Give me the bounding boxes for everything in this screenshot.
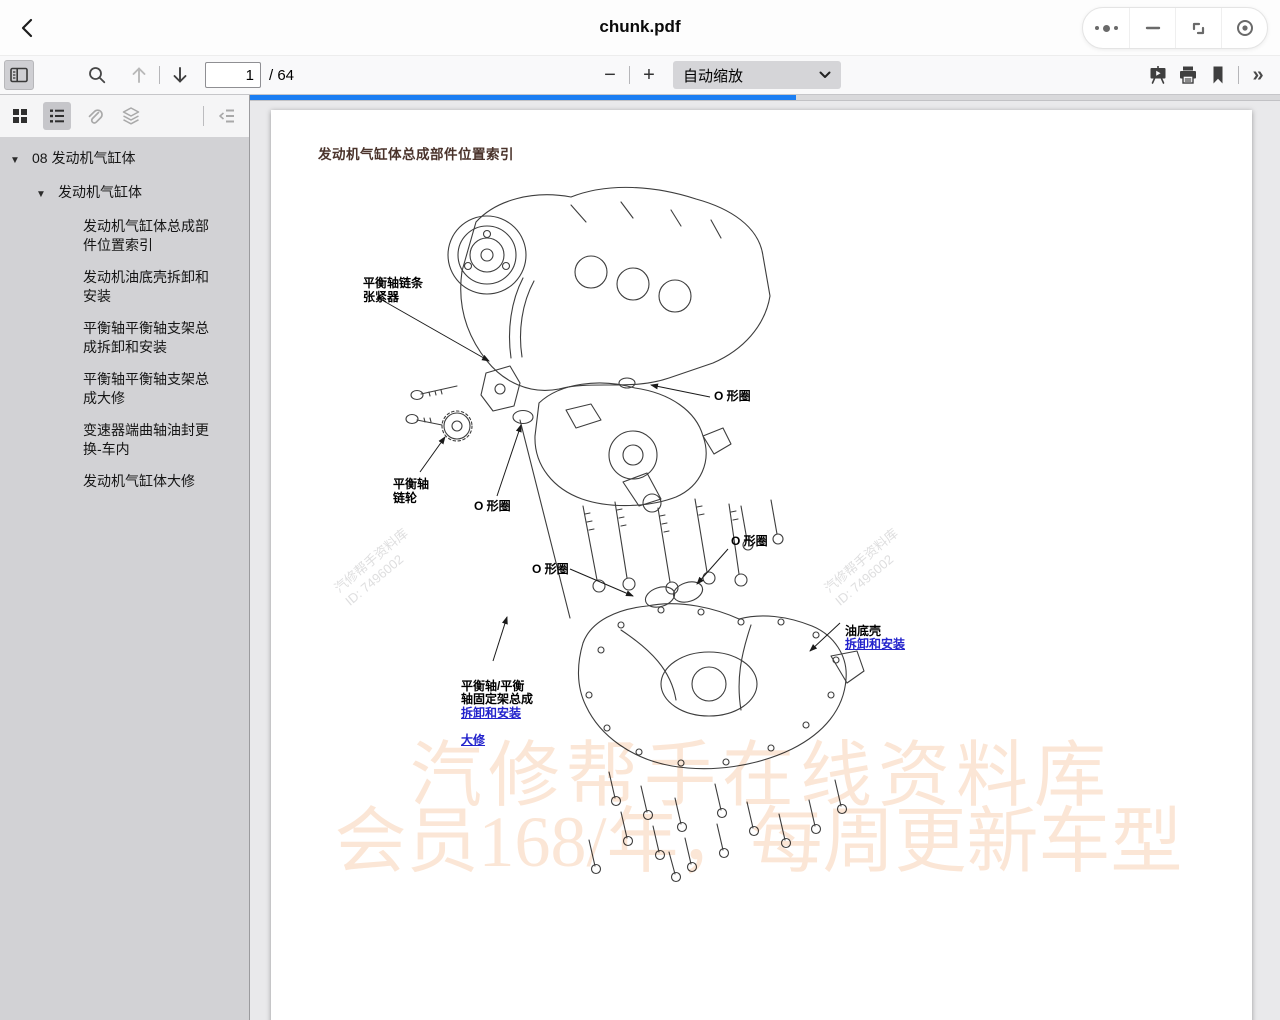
outline-item[interactable]: 平衡轴平衡轴支架总 成大修 [0, 370, 249, 408]
zoom-select[interactable]: 自动缩放 [673, 61, 841, 89]
pdf-toolbar: / 64 − + 自动缩放 [0, 56, 1280, 95]
label-balance-assembly: 平衡轴/平衡 轴固定架总成 [461, 679, 533, 707]
label-o-ring: O 形圈 [731, 535, 768, 549]
chevron-down-icon [819, 71, 831, 79]
zoom-select-value: 自动缩放 [683, 65, 819, 86]
label-o-ring: O 形圈 [474, 500, 511, 514]
outline-view-button[interactable] [43, 102, 71, 130]
sidebar-toggle-icon [9, 65, 29, 85]
sidebar-toggle-button[interactable] [4, 60, 34, 90]
label-balance-shaft-sprocket: 平衡轴 链轮 [393, 478, 429, 505]
sidebar-toolbar-divider [203, 106, 204, 126]
loading-bar-progress [250, 95, 796, 100]
print-icon [1178, 65, 1198, 85]
bookmark-button[interactable] [1203, 60, 1233, 90]
toolbar-divider [1238, 66, 1239, 84]
bookmark-icon [1209, 65, 1227, 85]
outline-item-label: 发动机气缸体总成部 件位置索引 [83, 217, 209, 255]
attachments-icon [84, 106, 104, 126]
sidebar: ▼ 08 发动机气缸体 ▼ 发动机气缸体 发动机气缸体总成部 件位置索引 发动机… [0, 95, 250, 1020]
label-balance-chain-tensioner: 平衡轴链条 张紧器 [363, 277, 423, 304]
page-up-icon [129, 64, 149, 86]
search-button[interactable] [82, 60, 112, 90]
app-window: chunk.pdf [0, 0, 1280, 1020]
watermark-line2: 会员168/年，每周更新车型 [276, 782, 1241, 887]
close-icon [1235, 18, 1255, 38]
oil-pan-removal-link[interactable]: 拆卸和安装 [845, 638, 905, 652]
presentation-mode-button[interactable] [1143, 60, 1173, 90]
outline-item[interactable]: 平衡轴平衡轴支架总 成拆卸和安装 [0, 319, 249, 357]
attachments-view-button[interactable] [80, 102, 108, 130]
outline-item-label: 变速器端曲轴油封更 换-车内 [83, 421, 209, 459]
minimize-button[interactable] [1129, 7, 1175, 49]
expand-triangle-icon[interactable]: ▼ [36, 183, 58, 204]
label-o-ring: O 形圈 [532, 563, 569, 577]
page-up-button[interactable] [124, 60, 154, 90]
presentation-mode-icon [1148, 65, 1168, 85]
outline-icon [48, 107, 66, 125]
label-oil-pan-group: 油底壳 拆卸和安装 [845, 611, 905, 665]
search-icon [87, 65, 107, 85]
outline-item-label: 平衡轴平衡轴支架总 成拆卸和安装 [83, 319, 209, 357]
thumbnails-icon [11, 107, 29, 125]
zoom-out-button[interactable]: − [596, 61, 624, 89]
thumbnails-view-button[interactable] [6, 102, 34, 130]
window-controls [1082, 7, 1268, 49]
outline-item-label: 发动机油底壳拆卸和 安装 [83, 268, 209, 306]
close-button[interactable] [1221, 7, 1267, 49]
leader-lines [382, 300, 840, 661]
sidebar-toolbar [0, 95, 249, 137]
outline-item-label: 08 发动机气缸体 [32, 149, 135, 170]
outline-item[interactable]: ▼ 发动机气缸体 [0, 183, 249, 204]
zoom-in-button[interactable]: + [635, 61, 663, 89]
minimize-icon [1145, 20, 1161, 36]
maximize-button[interactable] [1175, 7, 1221, 49]
toolbar-right-group: » [1143, 60, 1272, 90]
label-o-ring: O 形圈 [714, 390, 751, 404]
toolbar-divider [159, 66, 160, 84]
current-outline-item-icon [218, 107, 236, 125]
page-number-input[interactable] [205, 62, 261, 88]
pdf-page: 发动机气缸体总成部件位置索引 汽修帮手资料库 ID: 7496002 汽修帮手资… [271, 110, 1252, 1020]
outline-item-label: 发动机气缸体 [58, 183, 142, 204]
print-button[interactable] [1173, 60, 1203, 90]
current-outline-item-button[interactable] [213, 102, 241, 130]
outline-item[interactable]: ▼ 08 发动机气缸体 [0, 149, 249, 170]
outline-item[interactable]: 发动机油底壳拆卸和 安装 [0, 268, 249, 306]
outline-item[interactable]: 发动机气缸体总成部 件位置索引 [0, 217, 249, 255]
outline-item[interactable]: 发动机气缸体大修 [0, 472, 249, 491]
window-menu-icon [1095, 25, 1118, 32]
window-titlebar: chunk.pdf [0, 0, 1280, 56]
outline-tree: ▼ 08 发动机气缸体 ▼ 发动机气缸体 发动机气缸体总成部 件位置索引 发动机… [0, 137, 249, 491]
window-menu-button[interactable] [1083, 7, 1129, 49]
maximize-icon [1190, 20, 1207, 37]
expand-triangle-icon[interactable]: ▼ [10, 149, 32, 170]
layers-view-button[interactable] [117, 102, 145, 130]
page-down-icon [170, 64, 190, 86]
pdf-viewer[interactable]: 发动机气缸体总成部件位置索引 汽修帮手资料库 ID: 7496002 汽修帮手资… [250, 101, 1280, 1020]
outline-item-label: 平衡轴平衡轴支架总 成大修 [83, 370, 209, 408]
page-down-button[interactable] [165, 60, 195, 90]
outline-item[interactable]: 变速器端曲轴油封更 换-车内 [0, 421, 249, 459]
page-count-label: / 64 [269, 67, 294, 84]
layers-icon [121, 106, 141, 126]
label-oil-pan: 油底壳 [845, 624, 881, 638]
outline-item-label: 发动机气缸体大修 [83, 472, 195, 491]
more-tools-button[interactable]: » [1244, 61, 1272, 89]
toolbar-divider [629, 66, 630, 84]
